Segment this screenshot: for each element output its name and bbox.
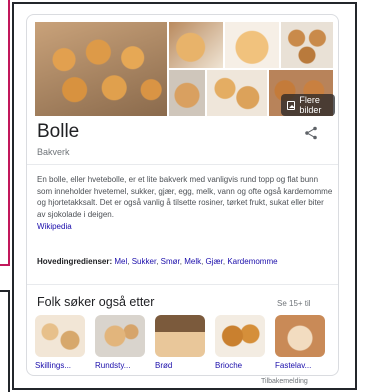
related-image [155,315,205,357]
ingredient-link[interactable]: Gjær [206,257,223,266]
description: En bolle, eller hvetebolle, er et lite b… [37,174,333,233]
adjacent-panel-pink [0,0,10,266]
entity-subtitle: Bakverk [37,147,70,157]
ingredient-link[interactable]: Kardemomme [227,257,277,266]
entity-title: Bolle [37,121,80,142]
share-icon[interactable] [303,125,319,141]
related-label: Brød [155,361,173,370]
see-more-link[interactable]: Se 15+ til [277,299,311,308]
related-image [35,315,85,357]
ingredient-link[interactable]: Melk [184,257,201,266]
image-icon [287,100,296,110]
related-image [95,315,145,357]
collage-image[interactable] [225,22,279,68]
description-text: En bolle, eller hvetebolle, er et lite b… [37,175,333,219]
related-label: Rundsty... [95,361,131,370]
collage-image[interactable] [169,70,205,116]
knowledge-panel: Flere bilder Bolle Bakverk En bolle, ell… [26,14,339,376]
related-label: Skillings... [35,361,72,370]
related-item[interactable]: Brød [155,315,205,370]
related-item[interactable]: Brioche [215,315,265,370]
ingredient-link[interactable]: Mel [114,257,127,266]
ingredient-link[interactable]: Sukker [132,257,156,266]
related-item[interactable]: Rundsty... [95,315,145,370]
divider [27,164,338,165]
wikipedia-link[interactable]: Wikipedia [37,221,333,233]
collage-image-main[interactable] [35,22,167,116]
related-item[interactable]: Skillings... [35,315,85,370]
ingredient-link[interactable]: Smør [161,257,180,266]
related-image [215,315,265,357]
people-also-search-list: Skillings... Rundsty... Brød Brioche Fas… [35,315,325,370]
more-images-label: Flere bilder [299,95,322,115]
adjacent-panel-dark [0,290,10,392]
ingredients-label: Hovedingredienser: [37,257,113,266]
collage-image[interactable] [169,22,223,68]
more-images-button[interactable]: Flere bilder [281,94,335,116]
ingredients-row: Hovedingredienser: Mel, Sukker, Smør, Me… [37,257,278,266]
related-item[interactable]: Fastelav... [275,315,325,370]
related-label: Fastelav... [275,361,312,370]
feedback-link[interactable]: Tilbakemelding [261,378,308,385]
people-also-search-title: Folk søker også etter [37,295,155,309]
collage-image[interactable] [281,22,333,68]
collage-image[interactable] [207,70,267,116]
related-image [275,315,325,357]
divider [27,284,338,285]
related-label: Brioche [215,361,243,370]
image-collage: Flere bilder [35,22,335,116]
